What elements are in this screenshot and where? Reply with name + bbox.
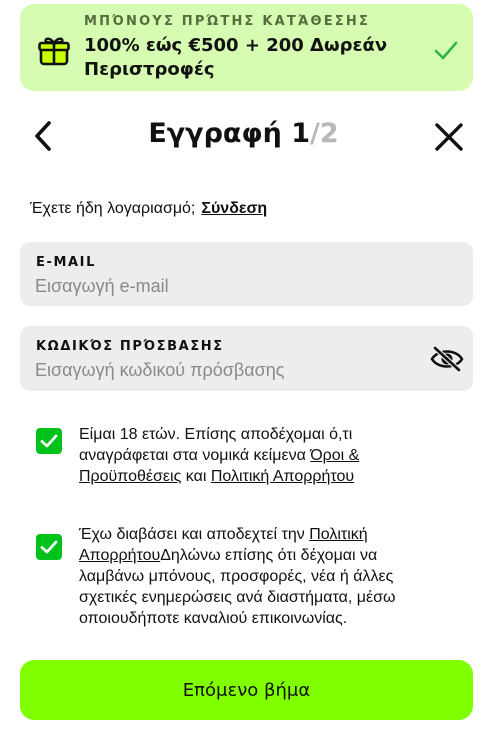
consent-marketing-text-before: Έχω διαβάσει και αποδεχτεί την xyxy=(79,526,310,543)
page-title: Εγγραφή 1/2 xyxy=(0,118,487,149)
checkmark-icon xyxy=(40,434,58,448)
password-input[interactable] xyxy=(35,358,415,382)
email-field[interactable]: E-MAIL xyxy=(20,242,473,306)
email-label: E-MAIL xyxy=(36,255,96,270)
privacy-policy-link[interactable]: Πολιτική Απορρήτου xyxy=(211,468,354,485)
consent-marketing: Έχω διαβάσει και αποδεχτεί την Πολιτική … xyxy=(36,524,456,630)
step-total: /2 xyxy=(310,118,339,149)
eye-slash-icon[interactable] xyxy=(430,346,464,372)
login-prompt: Έχετε ήδη λογαριασμό; Σύνδεση xyxy=(30,200,267,218)
consent-age-text: Είμαι 18 ετών. Επίσης αποδέχομαι ό,τι αν… xyxy=(79,424,409,487)
bonus-headline: 100% εώς €500 + 200 Δωρεάν Περιστροφές xyxy=(84,35,388,80)
login-link[interactable]: Σύνδεση xyxy=(201,200,267,217)
password-label: ΚΩΔΙΚΌΣ ΠΡΌΣΒΑΣΗΣ xyxy=(36,339,224,354)
consent-age-checkbox[interactable] xyxy=(36,428,62,454)
email-input[interactable] xyxy=(35,274,415,298)
title-text: Εγγραφή xyxy=(148,118,282,149)
close-icon[interactable] xyxy=(432,120,466,154)
check-icon xyxy=(434,41,458,60)
consent-age-text-middle: και xyxy=(181,468,211,485)
gift-icon xyxy=(38,37,70,66)
bonus-eyebrow: ΜΠΌΝΟΥΣ ΠΡΏΤΗΣ ΚΑΤΆΘΕΣΗΣ xyxy=(84,14,371,29)
checkmark-icon xyxy=(40,540,58,554)
next-step-button[interactable]: Επόμενο βήμα xyxy=(20,660,473,720)
step-current: 1 xyxy=(291,118,310,149)
consent-marketing-text: Έχω διαβάσει και αποδεχτεί την Πολιτική … xyxy=(79,524,409,629)
consent-marketing-checkbox[interactable] xyxy=(36,534,62,560)
consent-age-terms: Είμαι 18 ετών. Επίσης αποδέχομαι ό,τι αν… xyxy=(36,424,456,490)
bonus-banner: ΜΠΌΝΟΥΣ ΠΡΏΤΗΣ ΚΑΤΆΘΕΣΗΣ 100% εώς €500 +… xyxy=(20,4,473,91)
login-prompt-text: Έχετε ήδη λογαριασμό; xyxy=(30,200,196,217)
password-field[interactable]: ΚΩΔΙΚΌΣ ΠΡΌΣΒΑΣΗΣ xyxy=(20,326,473,391)
